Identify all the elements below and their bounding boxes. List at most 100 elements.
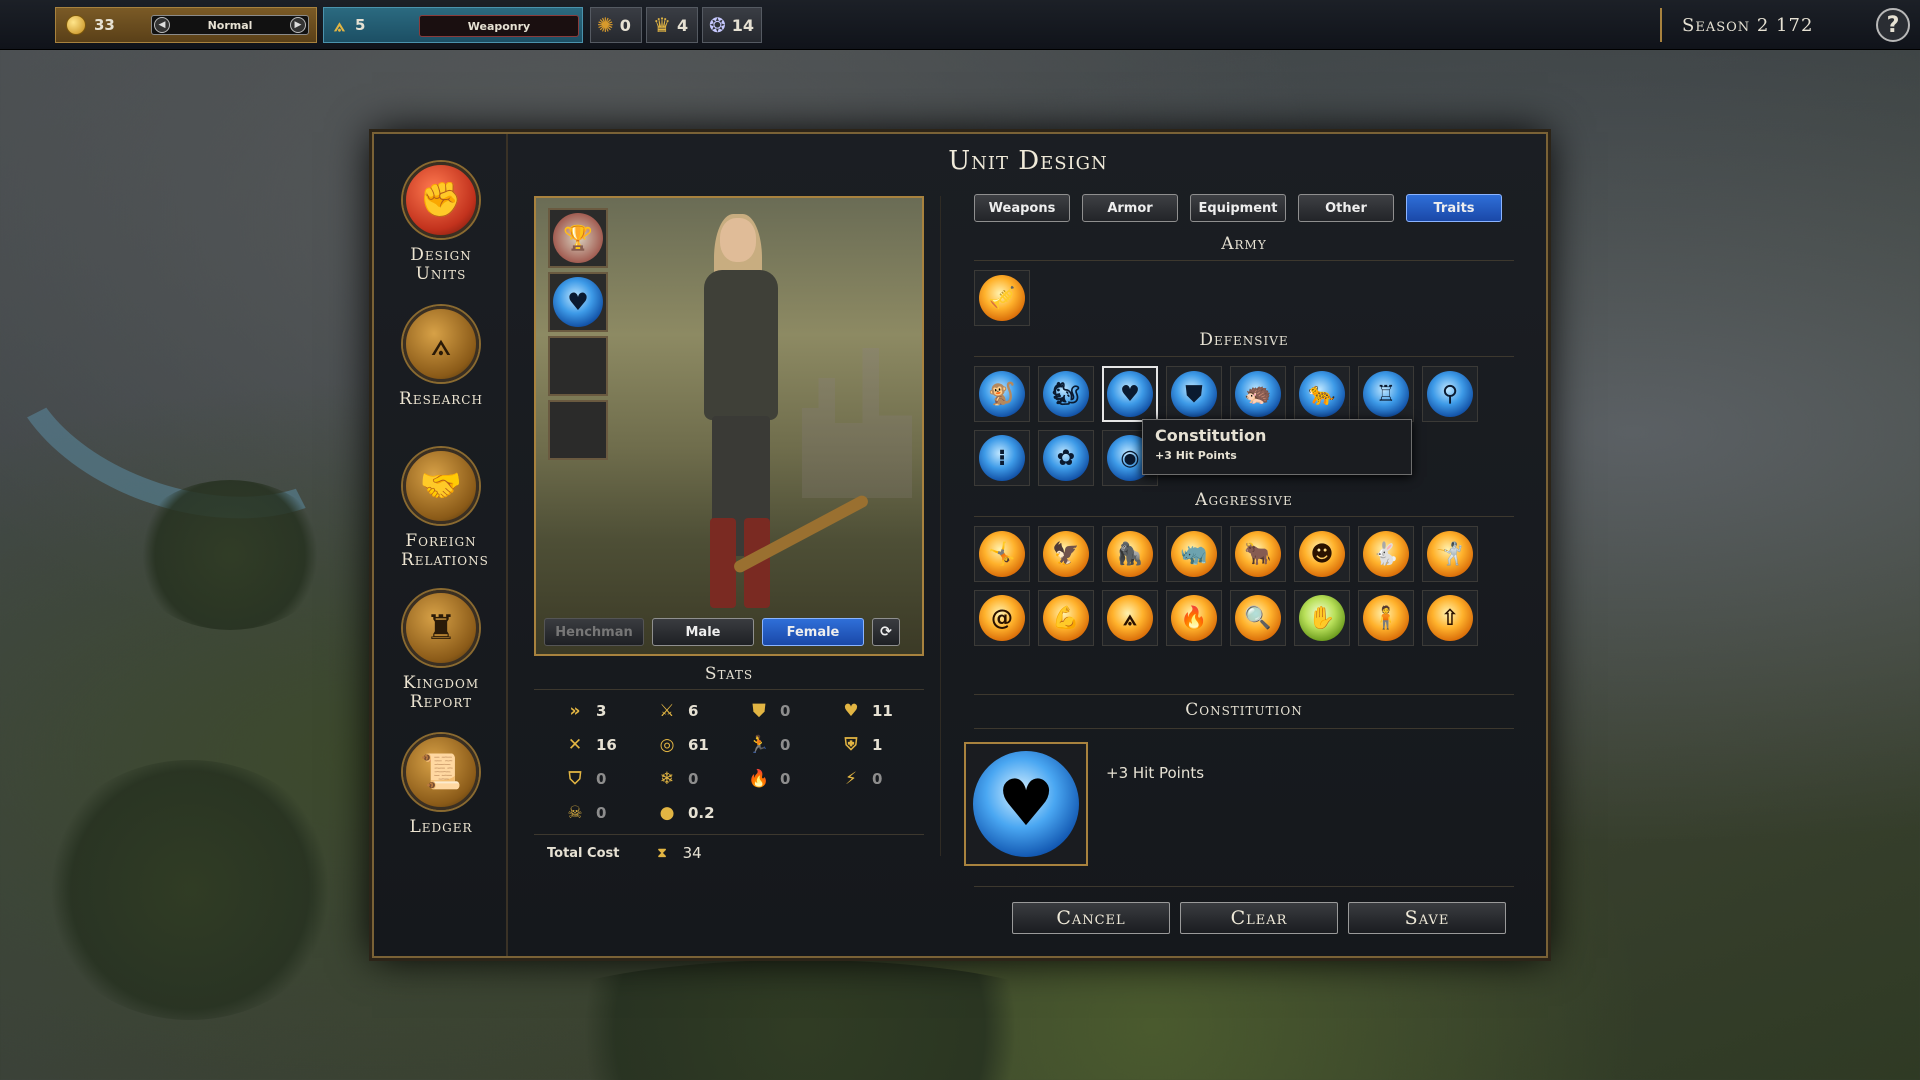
trait-army-leader[interactable]: 🎺 — [974, 270, 1030, 326]
section-divider — [974, 516, 1514, 517]
trait-def-1[interactable]: 🐒 — [974, 366, 1030, 422]
spiral-icon: @ — [979, 595, 1025, 641]
current-research-field[interactable]: Weaponry — [419, 15, 579, 37]
map-forest — [500, 960, 1100, 1080]
tab-weapons[interactable]: Weapons — [974, 194, 1070, 222]
trait-agg-3[interactable]: 🦍 — [1102, 526, 1158, 582]
total-cost-label: Total Cost — [547, 845, 620, 861]
stat-hit-points: ♥ 11 — [840, 700, 893, 722]
trait-agg-11[interactable]: ⟑ — [1102, 590, 1158, 646]
tab-equipment[interactable]: Equipment — [1190, 194, 1286, 222]
heart-icon: ♥ — [1107, 371, 1153, 417]
trait-def-8[interactable]: ⚲ — [1422, 366, 1478, 422]
tab-other[interactable]: Other — [1298, 194, 1394, 222]
nav-foreign-relations-label: Foreign Relations — [401, 531, 489, 570]
save-button[interactable]: Save — [1348, 902, 1506, 934]
magnifier-icon: 🔍 — [1235, 595, 1281, 641]
nav-design-units-label: Design Units — [410, 245, 472, 284]
scroll-icon: 📜 — [403, 734, 479, 810]
equipment-slot-empty[interactable] — [548, 400, 608, 460]
equipment-slot-empty[interactable] — [548, 336, 608, 396]
stats-divider — [534, 834, 924, 835]
trait-agg-12[interactable]: 🔥 — [1166, 590, 1222, 646]
trait-agg-13[interactable]: 🔍 — [1230, 590, 1286, 646]
unit-figure — [686, 214, 871, 618]
randomize-icon[interactable]: ⟳ — [872, 618, 900, 646]
difficulty-prev-icon[interactable]: ◀ — [154, 17, 170, 33]
help-button[interactable]: ? — [1876, 8, 1910, 42]
chalice-icon: 🏆 — [553, 213, 603, 263]
trait-agg-1[interactable]: 🤸 — [974, 526, 1030, 582]
difficulty-selector[interactable]: ◀ Normal ▶ — [151, 15, 309, 35]
nav-design-units[interactable]: ✊ Design Units — [374, 162, 508, 284]
tab-armor[interactable]: Armor — [1082, 194, 1178, 222]
stat-resistance: ⛨ 1 — [840, 734, 883, 756]
nav-research-label: Research — [399, 389, 483, 409]
trait-def-10[interactable]: ✿ — [1038, 430, 1094, 486]
dialog-actions: Cancel Clear Save — [1012, 902, 1506, 934]
cancel-button[interactable]: Cancel — [1012, 902, 1170, 934]
trait-agg-4[interactable]: 🦏 — [1166, 526, 1222, 582]
target-icon: ◎ — [659, 735, 675, 755]
difficulty-next-icon[interactable]: ▶ — [290, 17, 306, 33]
armadillo-icon: 🦔 — [1235, 371, 1281, 417]
equipment-slot-weapon[interactable]: 🏆 — [548, 208, 608, 268]
trait-agg-5[interactable]: 🐂 — [1230, 526, 1286, 582]
nav-foreign-relations[interactable]: 🤝 Foreign Relations — [374, 448, 508, 570]
shield-stripe-icon: ⛉ — [568, 769, 582, 789]
stat-accuracy: ◎ 61 — [656, 734, 709, 756]
trait-agg-16[interactable]: ⇧ — [1422, 590, 1478, 646]
female-button[interactable]: Female — [762, 618, 864, 646]
hourglass-icon: ⧗ — [657, 845, 667, 861]
unit-design-dialog: ✊ Design Units ⟑ Research 🤝 Foreign Rela… — [372, 132, 1548, 958]
trait-def-2[interactable]: 🐿 — [1038, 366, 1094, 422]
difficulty-value: Normal — [207, 18, 253, 32]
trait-def-7[interactable]: ♖ — [1358, 366, 1414, 422]
trait-agg-9[interactable]: @ — [974, 590, 1030, 646]
trait-constitution[interactable]: ♥ — [1102, 366, 1158, 422]
actions-divider — [974, 886, 1514, 887]
trait-agg-6[interactable]: ☻ — [1294, 526, 1350, 582]
trait-def-5[interactable]: 🦔 — [1230, 366, 1286, 422]
tab-traits[interactable]: Traits — [1406, 194, 1502, 222]
clear-button[interactable]: Clear — [1180, 902, 1338, 934]
sword-icon: ⚔ — [659, 701, 675, 721]
shield-icon: ⛊ — [752, 701, 766, 721]
trait-def-6[interactable]: 🐆 — [1294, 366, 1350, 422]
nav-kingdom-report-label: Kingdom Report — [402, 673, 480, 712]
shield-crest-icon: ⛨ — [844, 735, 858, 755]
trait-agg-7[interactable]: 🐇 — [1358, 526, 1414, 582]
nav-kingdom-report[interactable]: ♜ Kingdom Report — [374, 590, 508, 712]
section-divider — [974, 260, 1514, 261]
castle-icon: ♜ — [403, 590, 479, 666]
nav-research[interactable]: ⟑ Research — [374, 306, 508, 409]
running-beast-icon: 🐆 — [1299, 371, 1345, 417]
crossed-arrows-icon: ✕ — [567, 735, 583, 755]
rabbit-icon: 🐇 — [1363, 531, 1409, 577]
compass-icon: ⟑ — [403, 306, 479, 382]
male-button[interactable]: Male — [652, 618, 754, 646]
trait-def-9[interactable]: ⁝ — [974, 430, 1030, 486]
trait-agg-2[interactable]: 🦅 — [1038, 526, 1094, 582]
equipment-slot-trait[interactable]: ♥ — [548, 272, 608, 332]
figure-arms-icon: ⚲ — [1427, 371, 1473, 417]
stat-resist-b: ❄ 0 — [656, 768, 699, 790]
trait-agg-15[interactable]: 🧍 — [1358, 590, 1414, 646]
nav-ledger[interactable]: 📜 Ledger — [374, 734, 508, 837]
berserker-face-icon: ☻ — [1299, 531, 1345, 577]
hand-rune-icon: ✋ — [1299, 595, 1345, 641]
trait-tooltip: Constitution +3 Hit Points — [1142, 419, 1412, 475]
henchman-button[interactable]: Henchman — [544, 618, 644, 646]
guard-tower-icon: ♖ — [1363, 371, 1409, 417]
section-army-title: Army — [1221, 234, 1267, 254]
selected-trait-image: ♥ — [964, 742, 1088, 866]
trait-agg-10[interactable]: 💪 — [1038, 590, 1094, 646]
unit-type-buttons: Henchman Male Female ⟳ — [544, 618, 900, 646]
trait-def-4[interactable]: ⛊ — [1166, 366, 1222, 422]
trait-agg-8[interactable]: 🤺 — [1422, 526, 1478, 582]
crown-icon: ♛ — [653, 13, 671, 37]
sun-emblem-icon: ✺ — [597, 13, 614, 37]
column-divider — [940, 196, 941, 856]
tooltip-desc: +3 Hit Points — [1155, 449, 1237, 462]
trait-agg-14[interactable]: ✋ — [1294, 590, 1350, 646]
